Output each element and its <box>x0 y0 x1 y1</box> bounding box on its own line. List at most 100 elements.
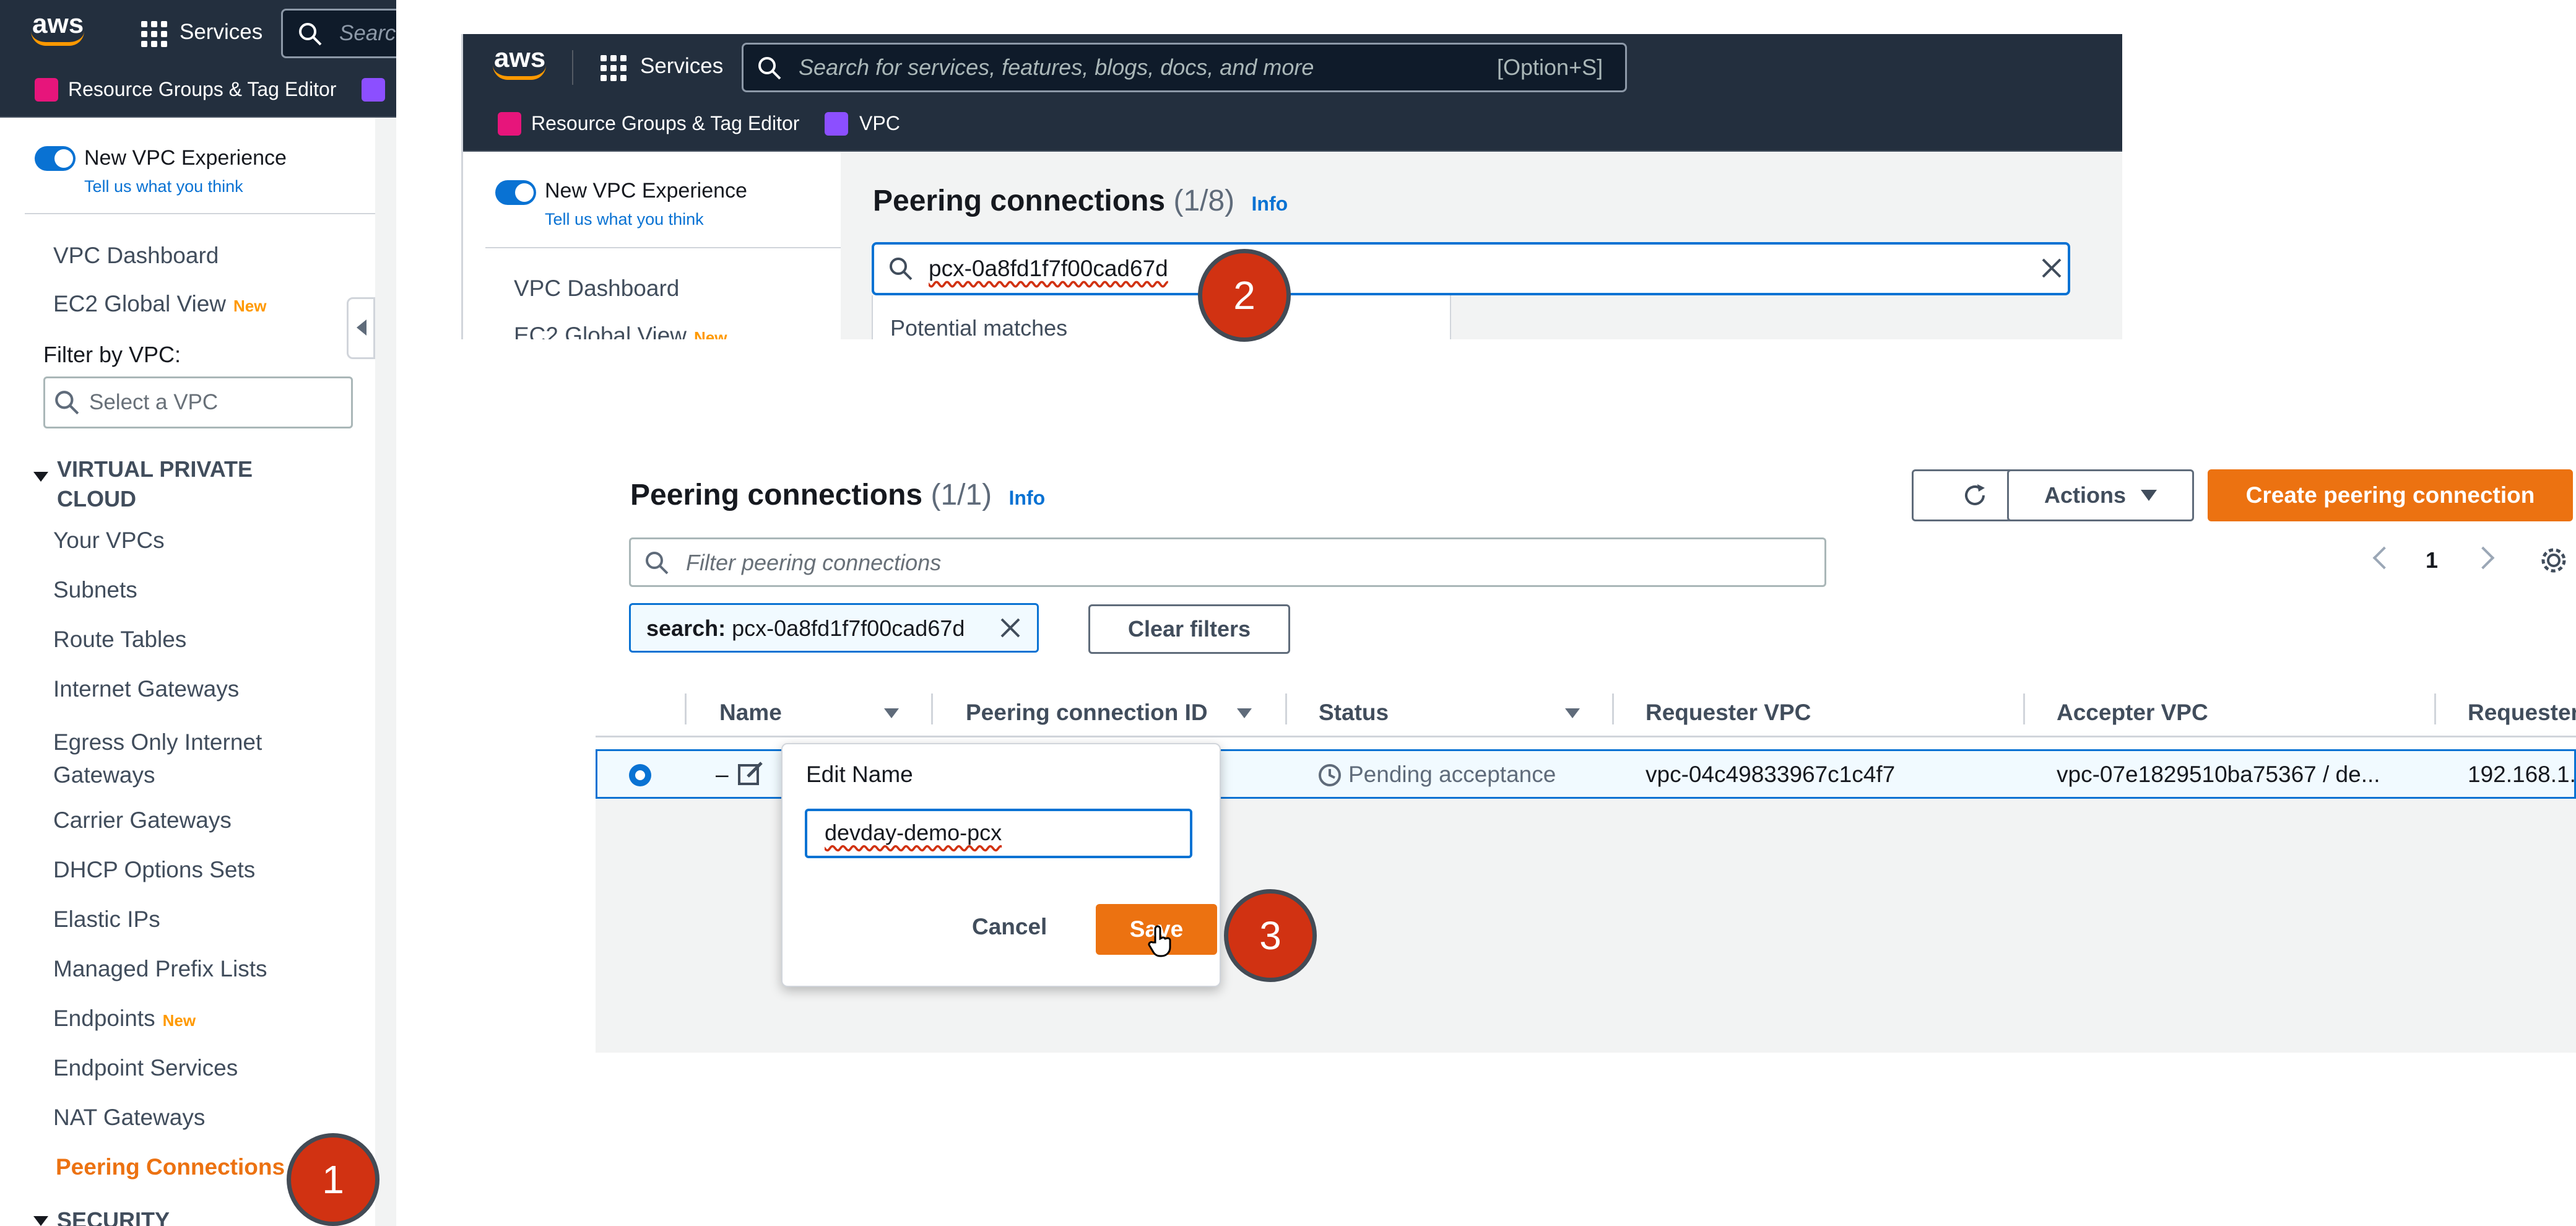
row-status: Pending acceptance <box>1348 762 1556 787</box>
column-separator <box>1285 693 1287 724</box>
step-badge-3: 3 <box>1224 889 1317 982</box>
sort-icon[interactable] <box>1565 708 1580 718</box>
caret-down-icon <box>2141 490 2157 501</box>
search-icon <box>890 258 913 280</box>
sidebar-item-egress-only-internet-gateways[interactable]: Egress Only Internet Gateways <box>53 726 313 791</box>
services-grid-icon[interactable] <box>601 55 627 81</box>
services-button[interactable]: Services <box>180 20 262 45</box>
sidebar-item-carrier-gateways[interactable]: Carrier Gateways <box>53 807 232 833</box>
panel-sidebar: aws Services Search Resource Groups & Ta… <box>0 0 396 1226</box>
column-separator <box>2023 693 2025 724</box>
sidebar-item-vpc-dashboard[interactable]: VPC Dashboard <box>514 276 679 302</box>
sidebar-item-nat-gateways[interactable]: NAT Gateways <box>53 1105 205 1131</box>
new-badge: New <box>233 297 267 315</box>
potential-matches-header: Potential matches <box>890 315 1068 339</box>
global-search-placeholder: Search for services, features, blogs, do… <box>799 54 1314 80</box>
remove-token-icon[interactable] <box>998 615 1023 640</box>
sidebar-item-dhcp-options-sets[interactable]: DHCP Options Sets <box>53 857 255 883</box>
info-link[interactable]: Info <box>1252 193 1288 215</box>
resource-groups-icon <box>498 112 521 136</box>
search-icon <box>646 552 669 575</box>
search-placeholder-text: Search <box>339 21 396 45</box>
collapse-arrow-icon <box>357 320 366 336</box>
info-link[interactable]: Info <box>1009 487 1046 509</box>
column-header-name[interactable]: Name <box>719 700 782 726</box>
create-peering-connection-button[interactable]: Create peering connection <box>2208 469 2573 521</box>
vpc-service-icon <box>825 112 848 136</box>
column-header-accepter-vpc[interactable]: Accepter VPC <box>2057 700 2208 726</box>
vpc-service-icon <box>362 78 385 102</box>
sidebar-item-ec2-global-view[interactable]: EC2 Global View New <box>514 323 727 339</box>
sidebar-item-subnets[interactable]: Subnets <box>53 577 137 603</box>
edit-name-title: Edit Name <box>806 762 913 787</box>
feedback-link[interactable]: Tell us what you think <box>545 210 704 229</box>
sidebar-item-endpoint-services[interactable]: Endpoint Services <box>53 1055 238 1081</box>
actions-dropdown[interactable]: Actions <box>2007 469 2194 521</box>
sidebar-right-edge <box>375 118 396 1226</box>
fav-resource-groups[interactable]: Resource Groups & Tag Editor <box>68 78 336 101</box>
clock-icon <box>1319 764 1341 786</box>
peering-search-value: pcx-0a8fd1f7f00cad67d <box>929 256 1168 281</box>
column-separator <box>1612 693 1614 724</box>
new-vpc-experience-label: New VPC Experience <box>545 179 747 202</box>
column-header-requester-vpc[interactable]: Requester VPC <box>1646 700 1811 726</box>
search-shortcut: [Option+S] <box>1497 54 1603 80</box>
clear-filters-button[interactable]: Clear filters <box>1088 604 1290 654</box>
step-badge-1: 1 <box>287 1133 379 1226</box>
section-virtual-private-cloud[interactable]: VIRTUAL PRIVATE CLOUD <box>57 454 292 514</box>
nav-divider <box>572 50 573 85</box>
panel-search: aws Services Search for services, featur… <box>461 34 2122 339</box>
settings-gear-icon[interactable] <box>2538 545 2569 576</box>
services-grid-icon[interactable] <box>141 21 167 47</box>
page-title: Peering connections (1/8) Info <box>873 185 1288 217</box>
search-icon <box>758 57 781 80</box>
column-separator <box>2434 693 2436 724</box>
filter-token-text: search: pcx-0a8fd1f7f00cad67d <box>646 615 965 641</box>
cancel-button[interactable]: Cancel <box>972 914 1047 940</box>
sidebar-item-your-vpcs[interactable]: Your VPCs <box>53 528 165 554</box>
search-icon <box>299 23 322 46</box>
column-separator <box>685 693 687 724</box>
row-accepter-vpc-link[interactable]: vpc-07e1829510ba75367 / de... <box>2057 762 2380 788</box>
sidebar-item-route-tables[interactable]: Route Tables <box>53 627 186 653</box>
sidebar-item-vpc-dashboard[interactable]: VPC Dashboard <box>53 243 219 269</box>
step-badge-2: 2 <box>1198 249 1291 342</box>
edit-icon[interactable] <box>737 760 764 788</box>
feedback-link[interactable]: Tell us what you think <box>84 177 243 196</box>
filter-by-vpc-label: Filter by VPC: <box>43 342 181 367</box>
new-vpc-experience-toggle[interactable] <box>35 146 76 171</box>
new-vpc-experience-label: New VPC Experience <box>84 146 287 170</box>
column-header-status[interactable]: Status <box>1319 700 1389 726</box>
filter-peering-placeholder: Filter peering connections <box>686 550 942 575</box>
caret-down-icon <box>33 1216 48 1226</box>
aws-smile-icon <box>31 31 84 46</box>
clear-icon[interactable] <box>2039 256 2064 280</box>
services-button[interactable]: Services <box>640 54 723 79</box>
fav-resource-groups[interactable]: Resource Groups & Tag Editor <box>531 112 799 135</box>
fav-vpc[interactable]: VPC <box>859 112 900 135</box>
column-separator <box>931 693 933 724</box>
pagination-page-1[interactable]: 1 <box>2426 547 2438 573</box>
sidebar-item-managed-prefix-lists[interactable]: Managed Prefix Lists <box>53 956 267 982</box>
row-radio-selected[interactable] <box>629 764 651 786</box>
column-header-peering-connection-id[interactable]: Peering connection ID <box>966 700 1208 726</box>
panel-table: Peering connections (1/1) Info Actions C… <box>596 446 2576 1053</box>
sidebar-item-elastic-ips[interactable]: Elastic IPs <box>53 906 160 933</box>
sidebar-item-peering-connections[interactable]: Peering Connections <box>56 1154 285 1180</box>
vpc-filter-placeholder: Select a VPC <box>89 390 219 414</box>
sort-icon[interactable] <box>1237 708 1252 718</box>
aws-smile-icon <box>493 65 546 80</box>
page-title: Peering connections (1/1) Info <box>630 479 1046 511</box>
search-icon <box>55 391 79 415</box>
new-vpc-experience-toggle[interactable] <box>495 180 536 205</box>
sidebar-item-ec2-global-view[interactable]: EC2 Global View New <box>53 291 267 317</box>
sidebar-item-endpoints[interactable]: Endpoints New <box>53 1006 196 1032</box>
sort-icon[interactable] <box>884 708 899 718</box>
refresh-icon <box>1965 484 1985 505</box>
column-header-requester-cidr[interactable]: Requester <box>2468 700 2576 726</box>
new-badge: New <box>162 1011 196 1030</box>
resource-groups-icon <box>35 78 58 102</box>
sidebar-item-internet-gateways[interactable]: Internet Gateways <box>53 676 239 702</box>
section-security[interactable]: SECURITY <box>57 1207 170 1226</box>
sidebar-divider <box>25 213 375 214</box>
